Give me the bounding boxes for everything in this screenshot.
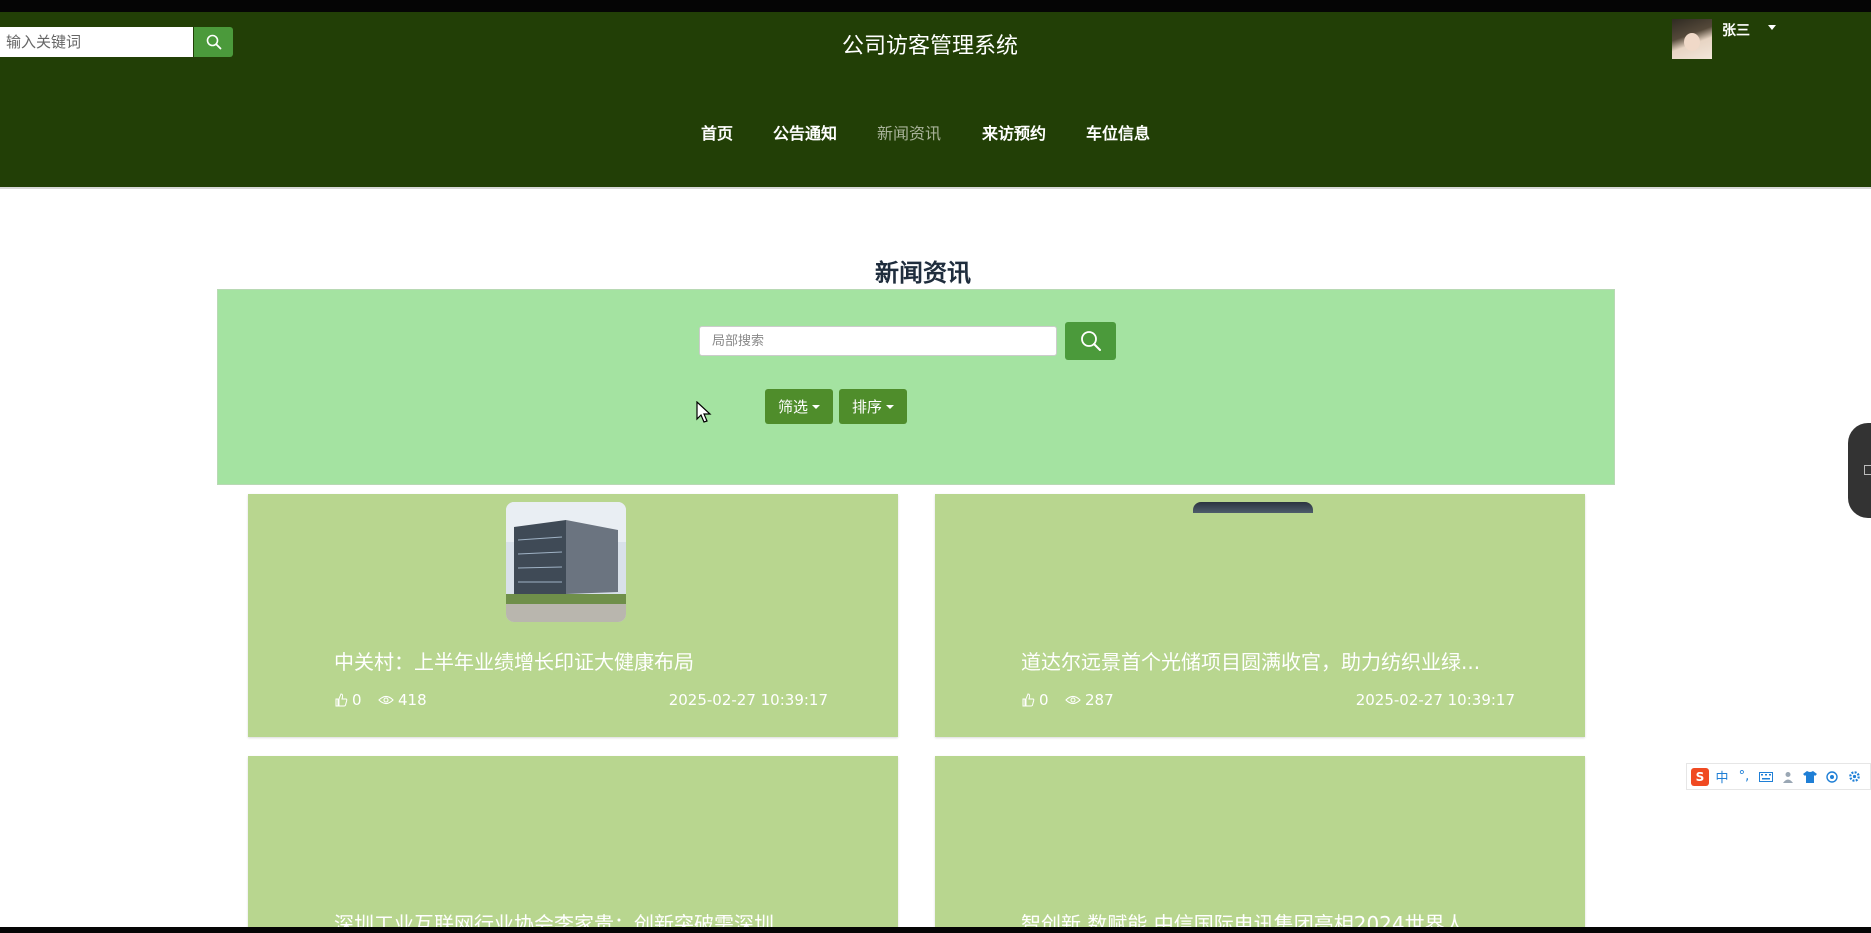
news-date: 2025-02-27 10:39:17 — [1355, 691, 1515, 709]
main-nav: 首页 公告通知 新闻资讯 来访预约 车位信息 — [0, 120, 1871, 150]
gear-icon[interactable] — [1845, 768, 1863, 786]
nav-item-parking[interactable]: 车位信息 — [1086, 120, 1150, 144]
filter-dropdown-button[interactable]: 筛选 — [765, 389, 833, 424]
user-name[interactable]: 张三 — [1722, 20, 1750, 40]
side-drawer-tab[interactable] — [1848, 423, 1871, 518]
like-icon — [1022, 693, 1035, 707]
news-thumbnail[interactable] — [1193, 502, 1313, 513]
view-count: 418 — [398, 691, 427, 709]
sort-dropdown-button[interactable]: 排序 — [839, 389, 907, 424]
ime-punctuation-icon[interactable]: °, — [1735, 768, 1753, 786]
news-card[interactable]: 深圳工业互联网行业协会李家贵：创新突破需深圳... — [248, 756, 898, 933]
news-card[interactable]: 智创新 数赋能 中信国际电讯集团亮相2024世界人... — [935, 756, 1585, 933]
ime-mode-icon[interactable]: 中 — [1713, 768, 1731, 786]
news-title[interactable]: 道达尔远景首个光储项目圆满收官，助力纺织业绿... — [1021, 646, 1521, 675]
like-icon — [335, 693, 348, 707]
skin-shirt-icon[interactable] — [1801, 768, 1819, 786]
keyword-search-button[interactable] — [194, 27, 233, 57]
news-thumbnail[interactable] — [506, 502, 626, 622]
keyword-search-input[interactable] — [0, 27, 193, 57]
caret-down-icon — [886, 404, 894, 409]
eye-icon — [378, 695, 394, 705]
news-meta: 0 418 2025-02-27 10:39:17 — [334, 691, 828, 711]
news-date: 2025-02-27 10:39:17 — [668, 691, 828, 709]
caret-down-icon — [812, 404, 820, 409]
user-icon[interactable] — [1779, 768, 1797, 786]
window-bottom-edge — [0, 927, 1871, 933]
site-header: 公司访客管理系统 张三 首页 公告通知 新闻资讯 来访预约 车位信息 — [0, 12, 1871, 189]
like-count: 0 — [352, 691, 362, 709]
page-title: 新闻资讯 — [875, 259, 971, 287]
user-menu-caret-icon[interactable] — [1768, 25, 1776, 30]
site-title: 公司访客管理系统 — [841, 34, 1018, 59]
news-card[interactable]: 道达尔远景首个光储项目圆满收官，助力纺织业绿... 0 287 2025-02-… — [935, 494, 1585, 737]
local-search-button[interactable] — [1065, 322, 1116, 360]
news-title[interactable]: 中关村：上半年业绩增长印证大健康布局 — [334, 646, 834, 675]
local-search-input[interactable] — [699, 326, 1057, 356]
nav-item-visit-booking[interactable]: 来访预约 — [982, 120, 1046, 144]
nav-item-home[interactable]: 首页 — [701, 120, 733, 144]
menu-icon — [1864, 465, 1871, 475]
news-card[interactable]: 中关村：上半年业绩增长印证大健康布局 0 418 2025-02-27 10:3… — [248, 494, 898, 737]
news-meta: 0 287 2025-02-27 10:39:17 — [1021, 691, 1515, 711]
cursor-icon — [696, 401, 712, 423]
nav-item-news[interactable]: 新闻资讯 — [877, 120, 941, 144]
ime-logo-icon[interactable]: S — [1691, 767, 1709, 786]
like-count: 0 — [1039, 691, 1049, 709]
search-panel — [217, 289, 1615, 485]
filter-label: 筛选 — [777, 398, 808, 416]
search-icon — [1080, 331, 1101, 351]
toolbox-icon[interactable] — [1823, 768, 1841, 786]
search-icon — [206, 34, 221, 50]
keyboard-icon[interactable] — [1757, 768, 1775, 786]
window-top-edge — [0, 0, 1871, 12]
ime-toolbar: S 中 °, — [1686, 763, 1871, 790]
nav-item-notices[interactable]: 公告通知 — [773, 120, 837, 144]
avatar[interactable] — [1672, 19, 1712, 59]
sort-label: 排序 — [851, 398, 882, 416]
view-count: 287 — [1085, 691, 1114, 709]
eye-icon — [1065, 695, 1081, 705]
